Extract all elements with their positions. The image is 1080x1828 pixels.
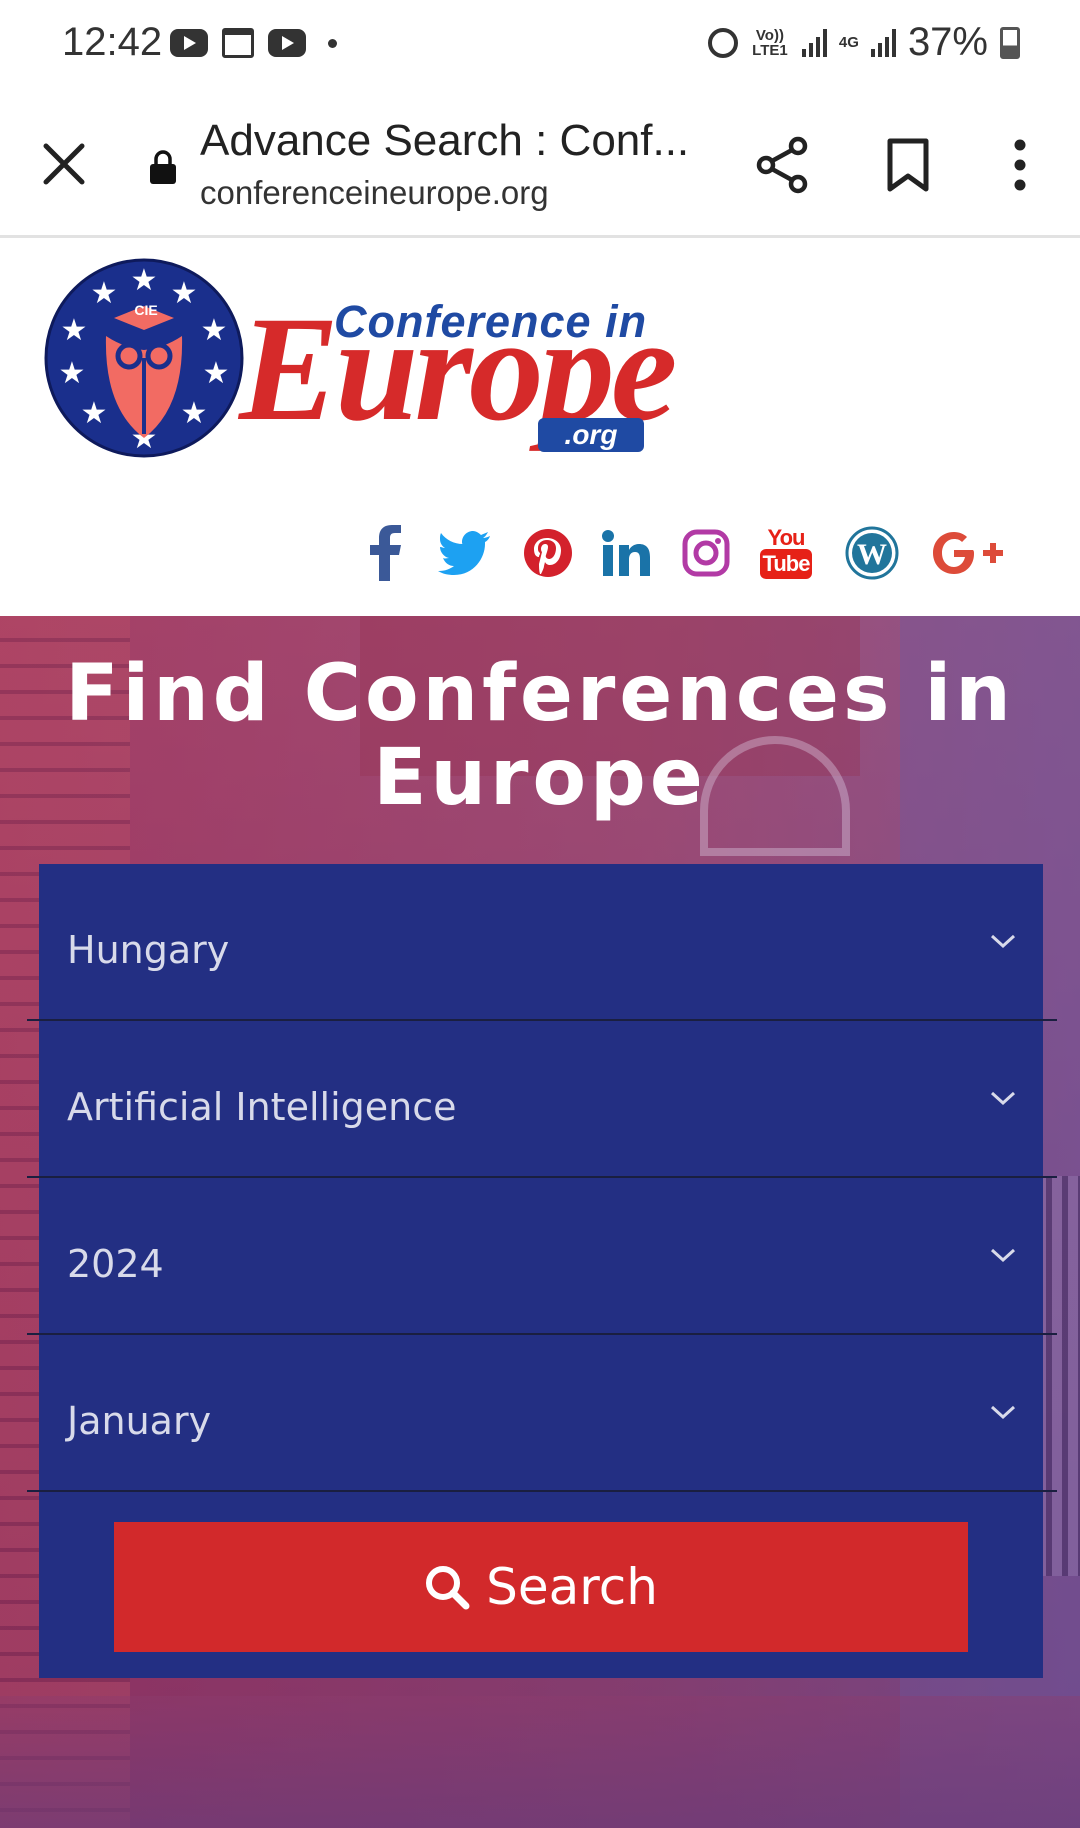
divider [27, 1490, 1057, 1492]
svg-text:★: ★ [201, 313, 228, 348]
site-logo[interactable]: ★ ★ ★ ★ ★ ★ ★ ★ ★ ★ CIE Europe Conferenc… [44, 258, 677, 463]
svg-text:★: ★ [91, 276, 118, 311]
google-plus-icon[interactable] [930, 520, 1006, 586]
status-bar: 12:42 Vo)) LTE1 4G 37% [0, 0, 1080, 88]
youtube-label-top: You [767, 525, 806, 550]
topic-select[interactable]: Artificial Intelligence [27, 1021, 1057, 1178]
logo-badge-text: CIE [134, 302, 158, 318]
battery-icon [1000, 26, 1020, 59]
youtube-icon[interactable]: You Tube [758, 520, 814, 586]
month-select[interactable]: January [27, 1335, 1057, 1492]
country-select-value: Hungary [67, 928, 230, 972]
svg-text:★: ★ [131, 263, 158, 298]
linkedin-icon[interactable] [596, 520, 656, 586]
page-title[interactable]: Advance Search : Conf... [200, 116, 689, 166]
svg-text:★: ★ [171, 276, 198, 311]
close-icon[interactable] [40, 140, 88, 188]
year-select[interactable]: 2024 [27, 1178, 1057, 1335]
lock-icon [150, 150, 176, 184]
svg-text:★: ★ [203, 356, 230, 391]
youtube-notification-icon [268, 29, 306, 57]
twitter-icon[interactable] [434, 520, 494, 586]
svg-text:★: ★ [81, 396, 108, 431]
svg-text:★: ★ [61, 313, 88, 348]
status-system-icons: Vo)) LTE1 4G 37% [707, 20, 1020, 65]
status-notification-icons [170, 28, 337, 58]
month-select-value: January [67, 1399, 212, 1443]
network-4g-label: 4G [838, 34, 859, 51]
instagram-icon[interactable] [676, 520, 736, 586]
bookmark-icon[interactable] [885, 138, 931, 192]
facebook-icon[interactable] [360, 520, 410, 586]
search-button-label: Search [486, 1558, 658, 1616]
more-notifications-dot-icon [328, 38, 337, 48]
share-icon[interactable] [756, 136, 810, 194]
alarm-icon [707, 27, 738, 58]
signal-1-icon [801, 28, 827, 57]
more-menu-icon[interactable] [1008, 138, 1032, 192]
topic-select-value: Artificial Intelligence [67, 1085, 457, 1129]
social-links: You Tube W [360, 520, 1010, 586]
chevron-down-icon [990, 1091, 1016, 1106]
chevron-down-icon [990, 934, 1016, 949]
svg-text:★: ★ [181, 396, 208, 431]
chevron-down-icon [990, 1405, 1016, 1420]
youtube-label-bottom: Tube [759, 549, 813, 579]
signal-2-icon [870, 28, 896, 57]
calendar-notification-icon [222, 28, 254, 58]
battery-percentage: 37% [907, 20, 988, 64]
svg-text:★: ★ [59, 356, 86, 391]
chevron-down-icon [990, 1248, 1016, 1263]
year-select-value: 2024 [67, 1242, 164, 1286]
logo-text-conference: Conference in [334, 296, 648, 347]
search-icon [426, 1566, 470, 1610]
logo-text-org: .org [538, 418, 644, 452]
browser-toolbar: Advance Search : Conf... conferenceineur… [0, 88, 1080, 238]
hero-section: Find Conferences in Europe Hungary Artif… [0, 616, 1080, 1828]
search-button[interactable]: Search [114, 1522, 968, 1652]
hero-title: Find Conferences in Europe [65, 649, 1015, 823]
status-time: 12:42 [62, 20, 163, 64]
svg-text:W: W [857, 538, 887, 571]
country-select[interactable]: Hungary [27, 864, 1057, 1021]
search-form: Hungary Artificial Intelligence 2024 Jan… [27, 864, 1057, 1678]
wordpress-icon[interactable]: W [842, 520, 902, 586]
page-url[interactable]: conferenceineurope.org [200, 174, 549, 212]
logo-badge-icon: ★ ★ ★ ★ ★ ★ ★ ★ ★ ★ [44, 258, 244, 458]
youtube-notification-icon [170, 29, 208, 57]
volte-lte-label: Vo)) LTE1 [752, 26, 788, 59]
pinterest-icon[interactable] [518, 520, 578, 586]
